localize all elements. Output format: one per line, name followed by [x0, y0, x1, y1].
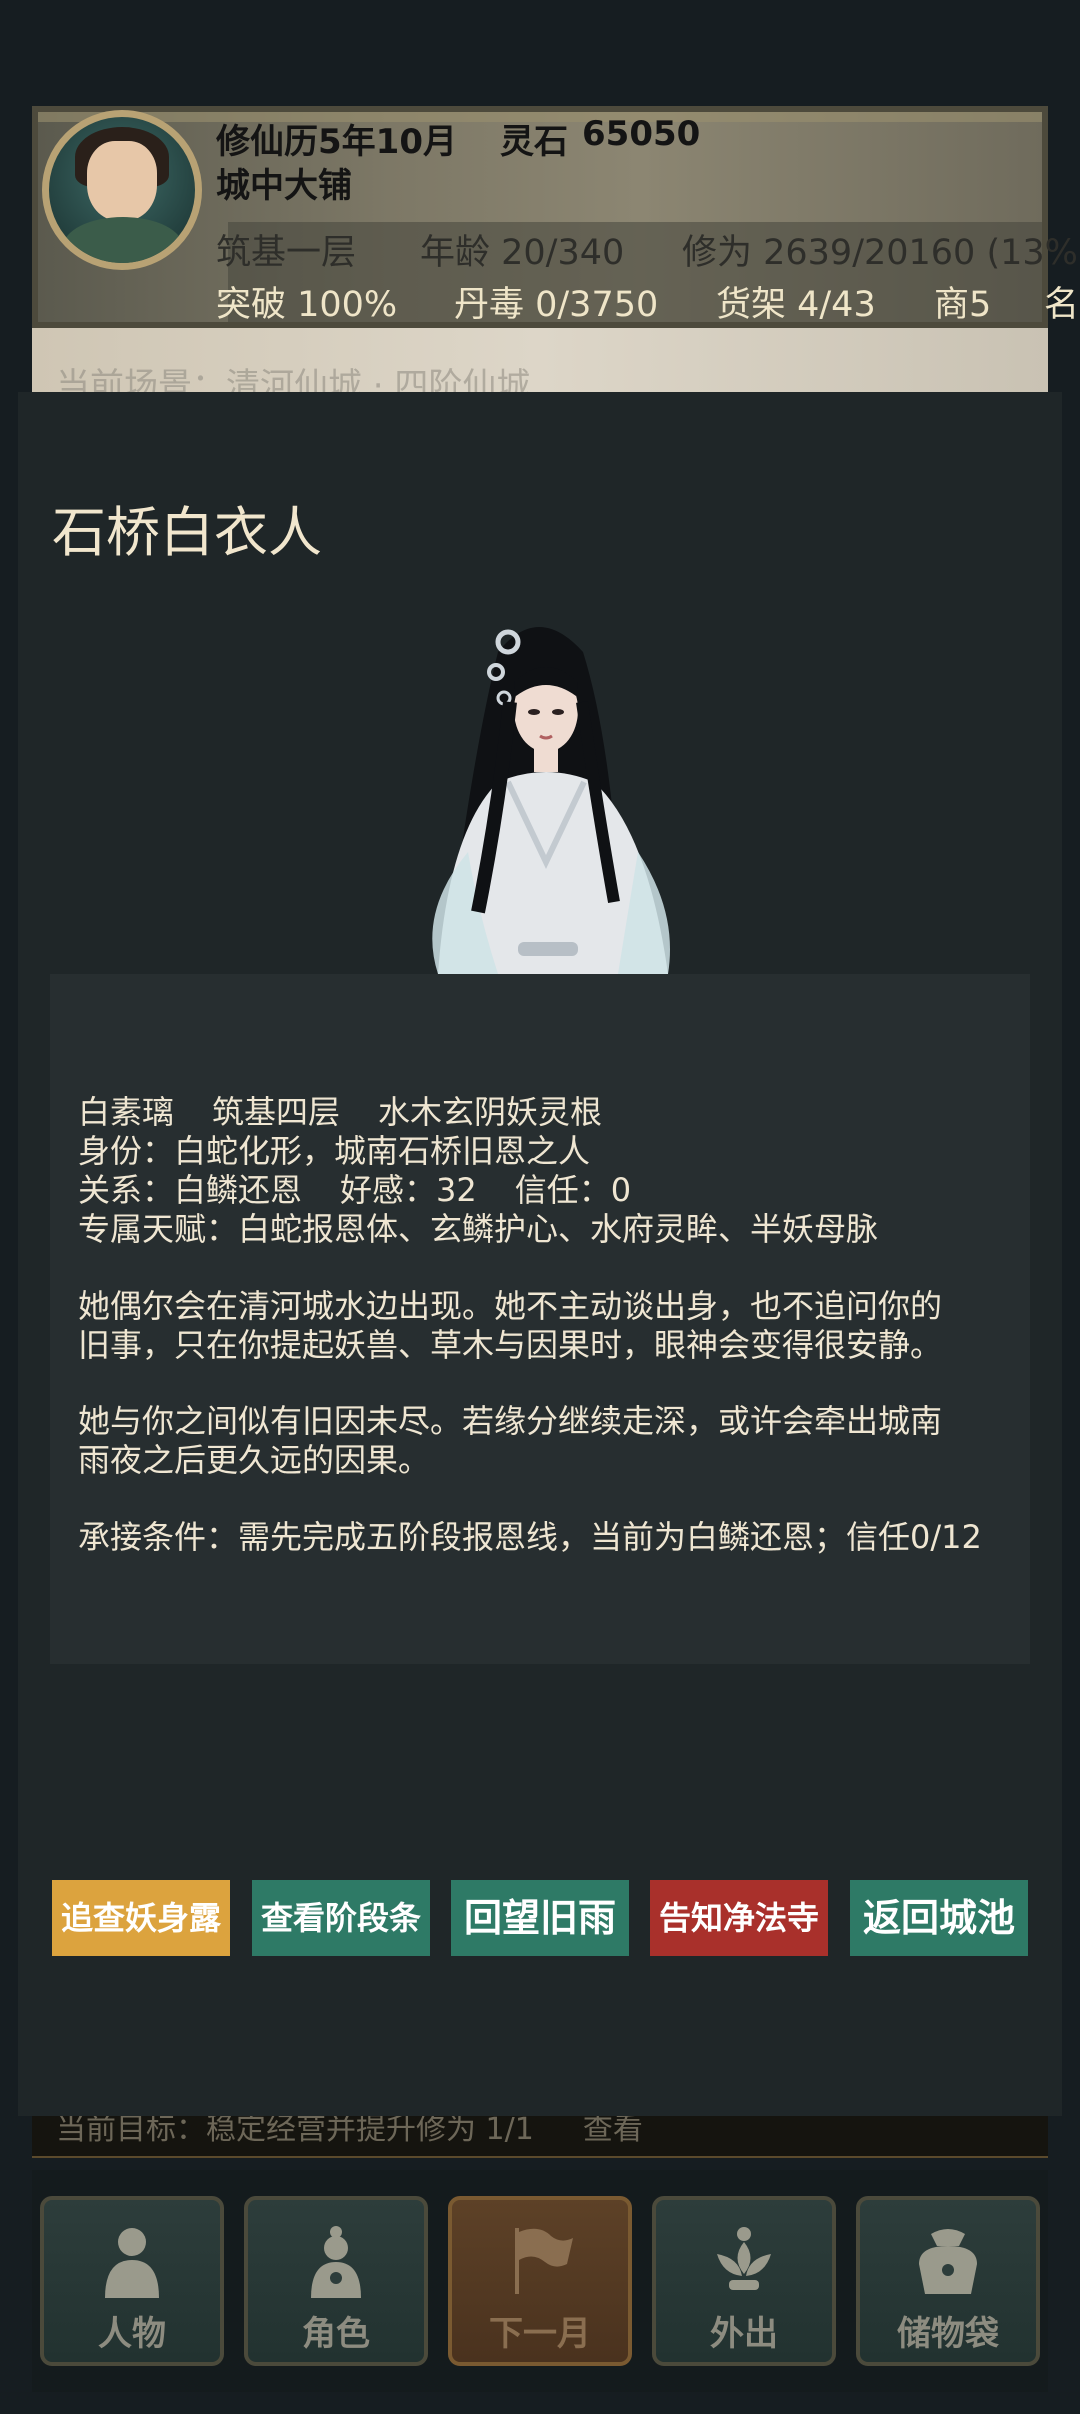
nav-person-button[interactable]: 人物 — [40, 2196, 224, 2366]
nav-next-month-label: 下一月 — [489, 2314, 591, 2354]
player-avatar[interactable] — [42, 110, 202, 270]
avatar-body — [63, 217, 183, 263]
nav-person-label: 人物 — [98, 2314, 166, 2354]
nav-go-out-button[interactable]: 外出 — [652, 2196, 836, 2366]
investigate-demon-button[interactable]: 追查妖身露 — [52, 1880, 230, 1956]
goal-text: 当前目标：稳定经营并提升修为 1/1 — [56, 2112, 534, 2147]
nav-storage-bag-button[interactable]: 储物袋 — [856, 2196, 1040, 2366]
merchant-stat: 商5 — [934, 285, 992, 325]
spirit-stones-value: 65050 — [582, 114, 701, 154]
inform-temple-button[interactable]: 告知净法寺 — [650, 1880, 828, 1956]
npc-fate-line: 雨夜之后更久远的因果。 — [78, 1441, 431, 1479]
game-date: 修仙历5年10月 — [216, 122, 457, 162]
nav-next-month-button[interactable]: 下一月 — [448, 2196, 632, 2366]
character-icon — [311, 2226, 361, 2298]
npc-description-line: 旧事，只在你提起妖兽、草木与因果时，眼神会变得很安静。 — [78, 1326, 943, 1364]
cultivation-realm: 筑基一层 — [216, 233, 357, 273]
shelf-stat: 货架 4/43 — [716, 285, 876, 325]
nav-character-button[interactable]: 角色 — [244, 2196, 428, 2366]
npc-condition: 承接条件：需先完成五阶段报恩线，当前为白鳞还恩；信任0/12 — [78, 1518, 982, 1556]
reputation-stat: 名 — [1044, 285, 1080, 325]
nav-go-out-label: 外出 — [710, 2314, 778, 2354]
goal-view-link[interactable]: 查看 — [583, 2112, 643, 2147]
shop-location: 城中大铺 — [216, 166, 352, 206]
lotus-icon — [717, 2227, 771, 2290]
flag-icon — [515, 2228, 573, 2294]
npc-talents: 专属天赋：白蛇报恩体、玄鳞护心、水府灵眸、半妖母脉 — [78, 1210, 879, 1248]
nav-storage-bag-label: 储物袋 — [897, 2314, 999, 2354]
white-robed-woman-portrait — [432, 627, 670, 974]
spirit-stones-label: 灵石 — [500, 122, 568, 162]
view-stage-button[interactable]: 查看阶段条 — [252, 1880, 430, 1956]
bag-icon — [919, 2229, 977, 2294]
avatar-face — [87, 141, 157, 221]
breakthrough-stat: 突破 100% — [216, 285, 398, 325]
person-icon — [105, 2228, 159, 2298]
cultivation-progress: 修为 2639/20160 (13%) — [682, 233, 1080, 273]
return-city-button[interactable]: 返回城池 — [850, 1880, 1028, 1956]
age-stat: 年龄 20/340 — [420, 233, 625, 273]
pill-toxicity-stat: 丹毒 0/3750 — [454, 285, 659, 325]
nav-character-label: 角色 — [302, 2314, 370, 2354]
dialog-title: 石桥白衣人 — [52, 501, 322, 564]
recall-old-rain-button[interactable]: 回望旧雨 — [451, 1880, 629, 1956]
